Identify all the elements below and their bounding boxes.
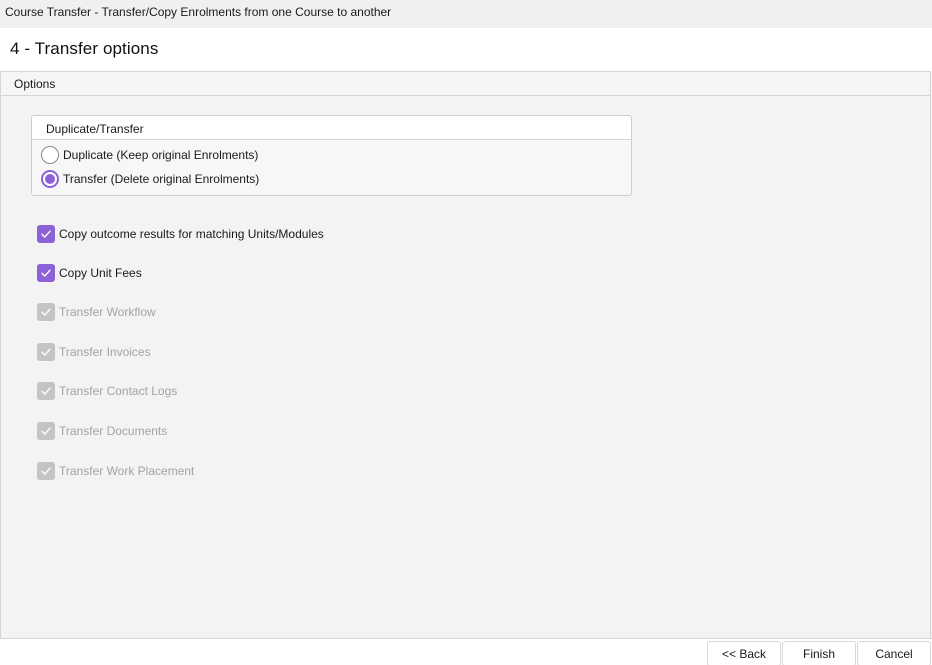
checkmark-icon <box>41 230 51 238</box>
checkbox-transfer-workflow-label: Transfer Workflow <box>59 305 156 319</box>
back-button[interactable]: << Back <box>707 641 781 665</box>
radio-transfer-indicator[interactable] <box>41 170 59 188</box>
checkmark-icon <box>41 387 51 395</box>
checkbox-transfer-work-placement-label: Transfer Work Placement <box>59 464 195 478</box>
radio-selected-dot <box>45 174 55 184</box>
tab-options[interactable]: Options <box>1 72 930 96</box>
checkbox-transfer-contact-logs-label: Transfer Contact Logs <box>59 384 178 398</box>
radio-transfer-label: Transfer (Delete original Enrolments) <box>63 172 260 186</box>
checkbox-transfer-contact-logs-box <box>37 382 55 400</box>
radio-duplicate-label: Duplicate (Keep original Enrolments) <box>63 148 259 162</box>
page-title: 4 - Transfer options <box>10 39 159 58</box>
cancel-button[interactable]: Cancel <box>857 641 931 665</box>
checkbox-transfer-contact-logs: Transfer Contact Logs <box>37 382 177 400</box>
tab-options-label: Options <box>14 77 56 91</box>
finish-button[interactable]: Finish <box>782 641 856 665</box>
checkbox-transfer-invoices-box <box>37 343 55 361</box>
checkbox-transfer-documents-box <box>37 422 55 440</box>
checkbox-transfer-documents: Transfer Documents <box>37 422 167 440</box>
checkbox-copy-unit-fees[interactable]: Copy Unit Fees <box>37 264 142 282</box>
options-panel: Options Duplicate/Transfer Duplicate (Ke… <box>0 71 931 638</box>
checkbox-transfer-invoices: Transfer Invoices <box>37 343 151 361</box>
checkbox-copy-unit-fees-box[interactable] <box>37 264 55 282</box>
checkbox-copy-outcome-results-box[interactable] <box>37 225 55 243</box>
checkbox-copy-outcome-results-label: Copy outcome results for matching Units/… <box>59 227 324 241</box>
checkbox-transfer-documents-label: Transfer Documents <box>59 424 168 438</box>
checkbox-transfer-invoices-label: Transfer Invoices <box>59 345 151 359</box>
checkbox-transfer-work-placement-box <box>37 462 55 480</box>
checkbox-transfer-work-placement: Transfer Work Placement <box>37 462 194 480</box>
radio-duplicate[interactable]: Duplicate (Keep original Enrolments) <box>41 145 258 165</box>
checkmark-icon <box>41 427 51 435</box>
checkbox-transfer-workflow-box <box>37 303 55 321</box>
checkmark-icon <box>41 269 51 277</box>
radio-duplicate-indicator[interactable] <box>41 146 59 164</box>
wizard-footer: << Back Finish Cancel <box>0 638 932 665</box>
radio-transfer[interactable]: Transfer (Delete original Enrolments) <box>41 169 259 189</box>
checkmark-icon <box>41 348 51 356</box>
checkmark-icon <box>41 308 51 316</box>
window-title: Course Transfer - Transfer/Copy Enrolmen… <box>5 5 392 19</box>
checkbox-transfer-workflow: Transfer Workflow <box>37 303 156 321</box>
checkbox-copy-outcome-results[interactable]: Copy outcome results for matching Units/… <box>37 225 324 243</box>
group-title: Duplicate/Transfer <box>32 116 631 140</box>
duplicate-transfer-group: Duplicate/Transfer Duplicate (Keep origi… <box>31 115 632 196</box>
checkbox-copy-unit-fees-label: Copy Unit Fees <box>59 266 142 280</box>
window-titlebar: Course Transfer - Transfer/Copy Enrolmen… <box>0 0 932 28</box>
wizard-header: 4 - Transfer options <box>0 28 932 72</box>
checkmark-icon <box>41 467 51 475</box>
